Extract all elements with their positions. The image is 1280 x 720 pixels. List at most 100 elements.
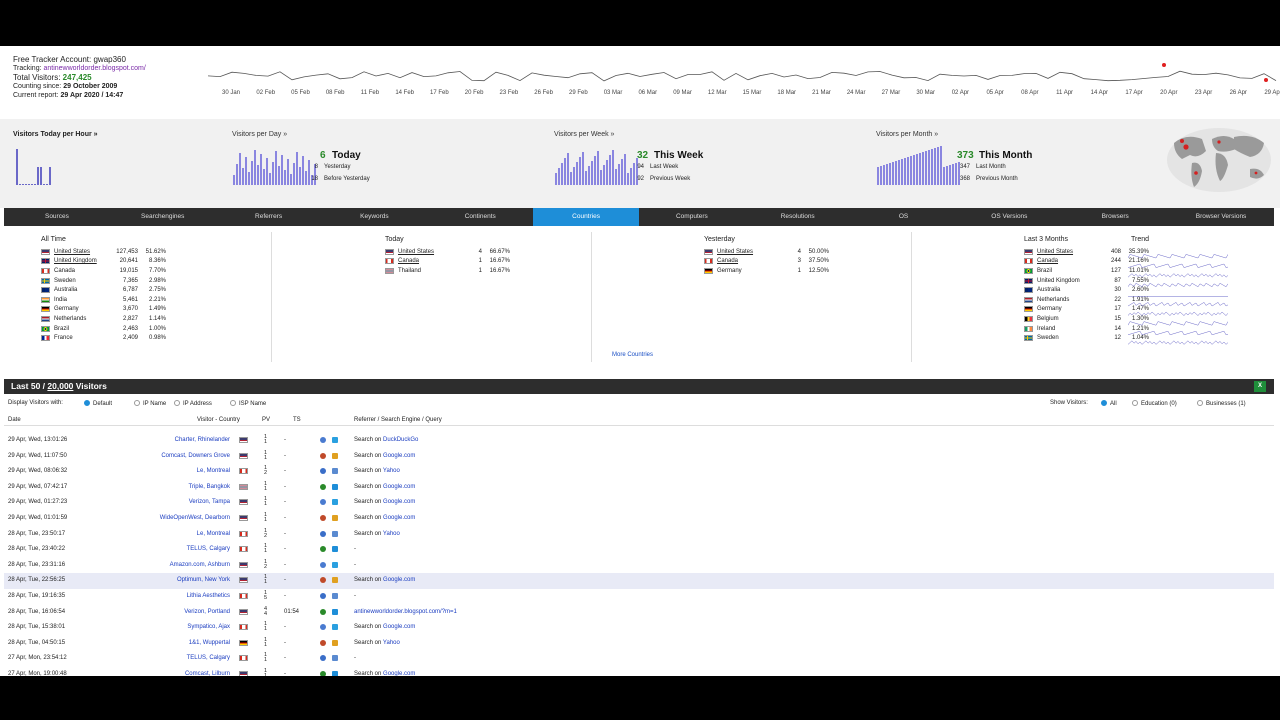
month-chart-title[interactable]: Visitors per Month » (876, 131, 938, 138)
browser-icon[interactable] (320, 670, 326, 676)
os-icon[interactable] (332, 483, 338, 490)
country-row[interactable]: France 2,409 0.98% (41, 333, 166, 343)
os-icon[interactable] (332, 639, 338, 646)
referrer-link[interactable]: Google.com (383, 499, 415, 505)
country-row[interactable]: Canada 1 16.67% (385, 257, 510, 267)
browser-icon[interactable] (320, 577, 326, 584)
table-row[interactable]: 28 Apr, Tue, 22:56:25 Optimum, New York 1 … (4, 573, 1274, 589)
country-row[interactable]: Netherlands 2,827 1.14% (41, 314, 166, 324)
os-icon[interactable] (332, 546, 338, 553)
browser-icon[interactable] (320, 483, 326, 490)
table-row[interactable]: 29 Apr, Wed, 01:27:23 Verizon, Tampa 1 1 - S… (4, 495, 1274, 511)
referrer-link[interactable]: antinewworldorder.blogspot.com/?m=1 (354, 609, 457, 615)
referrer-link[interactable]: DuckDuckGo (383, 437, 418, 443)
visitor-link[interactable]: Verizon, Portland (184, 609, 230, 615)
referrer-link[interactable]: Yahoo (383, 640, 400, 646)
hour-chart-title[interactable]: Visitors Today per Hour » (13, 131, 98, 138)
country-row[interactable]: Canada 3 37.50% (704, 257, 829, 267)
os-icon[interactable] (332, 655, 338, 662)
tab-resolutions[interactable]: Resolutions (745, 208, 851, 226)
referrer-link[interactable]: Google.com (383, 453, 415, 459)
table-row[interactable]: 27 Apr, Mon, 23:54:12 TELUS, Calgary 1 1 - - (4, 651, 1274, 667)
browser-icon[interactable] (320, 639, 326, 646)
show-businesses-option[interactable]: Businesses (1) (1197, 400, 1246, 407)
os-icon[interactable] (332, 592, 338, 599)
referrer-link[interactable]: Google.com (383, 671, 415, 676)
browser-icon[interactable] (320, 655, 326, 662)
country-row[interactable]: Canada 19,015 7.70% (41, 266, 166, 276)
more-countries-link[interactable]: More Countries (612, 352, 653, 358)
table-row[interactable]: 27 Apr, Mon, 19:00:48 Comcast, Lilburn 1 1… (4, 667, 1274, 676)
browser-icon[interactable] (320, 468, 326, 475)
country-row[interactable]: India 5,461 2.21% (41, 295, 166, 305)
referrer-link[interactable]: Yahoo (383, 531, 400, 537)
browser-icon[interactable] (320, 608, 326, 615)
browser-icon[interactable] (320, 530, 326, 537)
visitor-link[interactable]: TELUS, Calgary (187, 655, 230, 661)
tab-browsers[interactable]: Browsers (1062, 208, 1168, 226)
country-row[interactable]: Sweden 7,365 2.98% (41, 276, 166, 286)
table-row[interactable]: 28 Apr, Tue, 23:31:16 Amazon.com, Ashburn… (4, 558, 1274, 574)
table-row[interactable]: 29 Apr, Wed, 08:06:32 Le, Montreal 1 2 - Sea… (4, 464, 1274, 480)
os-icon[interactable] (332, 561, 338, 568)
table-row[interactable]: 29 Apr, Wed, 11:07:50 Comcast, Downers Gr… (4, 449, 1274, 465)
tab-continents[interactable]: Continents (427, 208, 533, 226)
country-row[interactable]: United States 4 66.67% (385, 247, 510, 257)
excel-export-icon[interactable]: X (1254, 381, 1266, 392)
os-icon[interactable] (332, 452, 338, 459)
option-isp-name[interactable]: ISP Name (230, 400, 266, 407)
browser-icon[interactable] (320, 592, 326, 599)
country-row[interactable]: United States 127,453 51.62% (41, 247, 166, 257)
browser-icon[interactable] (320, 499, 326, 506)
visitor-link[interactable]: Comcast, Lilburn (185, 671, 230, 676)
week-chart-title[interactable]: Visitors per Week » (554, 131, 614, 138)
os-icon[interactable] (332, 577, 338, 584)
option-default[interactable]: Default (84, 400, 112, 407)
os-icon[interactable] (332, 514, 338, 521)
browser-icon[interactable] (320, 514, 326, 521)
show-education-option[interactable]: Education (0) (1132, 400, 1177, 407)
referrer-link[interactable]: Google.com (383, 515, 415, 521)
table-row[interactable]: 29 Apr, Wed, 01:01:59 WideOpenWest, Dearb… (4, 511, 1274, 527)
browser-icon[interactable] (320, 546, 326, 553)
os-icon[interactable] (332, 608, 338, 615)
country-row[interactable]: United Kingdom 20,641 8.36% (41, 257, 166, 267)
referrer-link[interactable]: Google.com (383, 624, 415, 630)
country-row[interactable]: Thailand 1 16.67% (385, 266, 510, 276)
table-row[interactable]: 28 Apr, Tue, 04:50:15 1&1, Wuppertal 1 1 - S… (4, 636, 1274, 652)
tab-computers[interactable]: Computers (639, 208, 745, 226)
country-row[interactable]: Germany 1 12.50% (704, 266, 829, 276)
country-row[interactable]: Brazil 2,463 1.00% (41, 324, 166, 334)
country-row[interactable]: Germany 3,670 1.49% (41, 305, 166, 315)
referrer-link[interactable]: Yahoo (383, 468, 400, 474)
visitor-link[interactable]: Sympatico, Ajax (187, 624, 230, 630)
visitor-link[interactable]: Optimum, New York (177, 577, 230, 583)
visitor-link[interactable]: Triple, Bangkok (189, 484, 230, 490)
tab-countries[interactable]: Countries (533, 208, 639, 226)
visitors-count-link[interactable]: 20,000 (47, 381, 73, 391)
table-row[interactable]: 28 Apr, Tue, 15:38:01 Sympatico, Ajax 1 1 -… (4, 620, 1274, 636)
show-all-option[interactable]: All (1101, 400, 1117, 407)
tracking-url-link[interactable]: antinewworldorder.blogspot.com/ (43, 65, 145, 72)
visitor-link[interactable]: Verizon, Tampa (189, 499, 230, 505)
visitor-link[interactable]: 1&1, Wuppertal (189, 640, 230, 646)
visitor-link[interactable]: Comcast, Downers Grove (161, 453, 230, 459)
month-chart[interactable] (877, 141, 960, 185)
visitor-link[interactable]: Le, Montreal (197, 468, 230, 474)
table-row[interactable]: 28 Apr, Tue, 16:06:54 Verizon, Portland 4 … (4, 605, 1274, 621)
os-icon[interactable] (332, 468, 338, 475)
option-ip-name[interactable]: IP Name (134, 400, 166, 407)
browser-icon[interactable] (320, 624, 326, 631)
tab-browser-versions[interactable]: Browser Versions (1168, 208, 1274, 226)
world-map-icon[interactable] (1164, 125, 1274, 195)
browser-icon[interactable] (320, 452, 326, 459)
tab-searchengines[interactable]: Searchengines (110, 208, 216, 226)
tab-os[interactable]: OS (851, 208, 957, 226)
country-row[interactable]: Australia 6,787 2.75% (41, 285, 166, 295)
table-row[interactable]: 29 Apr, Wed, 13:01:26 Charter, Rhinelande… (4, 433, 1274, 449)
os-icon[interactable] (332, 499, 338, 506)
table-row[interactable]: 28 Apr, Tue, 23:40:22 TELUS, Calgary 1 1 - - (4, 542, 1274, 558)
tab-os-versions[interactable]: OS Versions (956, 208, 1062, 226)
referrer-link[interactable]: Google.com (383, 484, 415, 490)
tab-sources[interactable]: Sources (4, 208, 110, 226)
